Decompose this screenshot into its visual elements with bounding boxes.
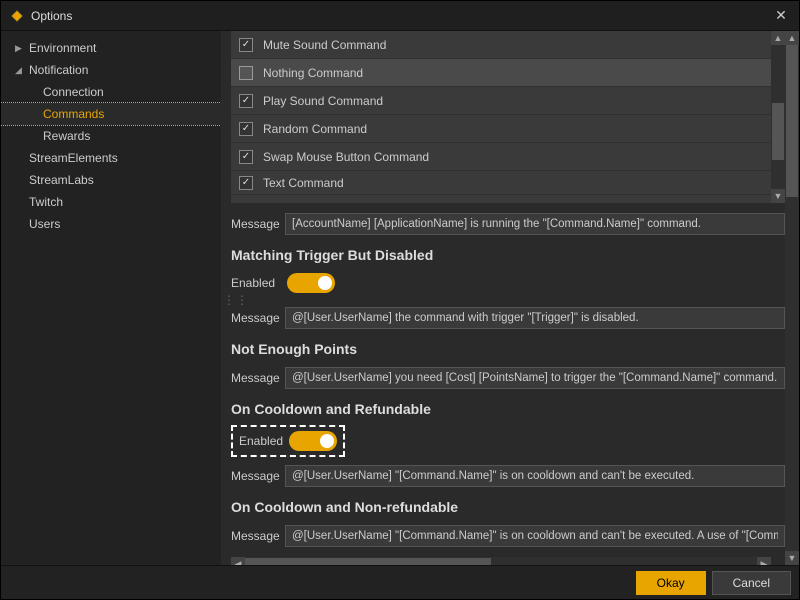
command-row[interactable]: ✓Text Command [231,171,771,195]
chevron-right-icon: ▶ [15,39,25,57]
footer: Okay Cancel [1,565,799,599]
message-row: Message [221,461,785,491]
command-row[interactable]: ✓Swap Mouse Button Command [231,143,771,171]
scroll-down-icon[interactable]: ▼ [785,551,799,565]
scroll-up-icon[interactable]: ▲ [771,31,785,45]
close-icon[interactable]: ✕ [771,7,791,24]
sidebar-item-rewards[interactable]: Rewards [1,125,221,147]
titlebar: Options ✕ [1,1,799,31]
message-label: Message [231,529,285,543]
horizontal-scrollbar[interactable]: ◀ ▶ [231,557,771,565]
checkbox-icon[interactable]: ✓ [239,38,253,52]
message-label: Message [231,217,285,231]
enabled-toggle[interactable] [287,273,335,293]
enabled-row: Enabled [221,269,785,297]
checkbox-icon[interactable]: ✓ [239,94,253,108]
message-row: Message [221,209,785,239]
section-heading-matching: Matching Trigger But Disabled [221,239,785,269]
highlight-box: Enabled [231,425,345,457]
checkbox-icon[interactable]: ✓ [239,176,253,190]
enabled-label: Enabled [231,276,285,290]
section-heading-points: Not Enough Points [221,333,785,363]
message-label: Message [231,469,285,483]
message-row: Message [221,521,785,551]
command-list: ✓Mute Sound Command Nothing Command ✓Pla… [231,31,785,203]
command-list-scrollbar[interactable]: ▲ ▼ [771,31,785,203]
chevron-down-icon: ◢ [15,61,25,79]
cancel-button[interactable]: Cancel [712,571,791,595]
message-label: Message [231,371,285,385]
enabled-label: Enabled [239,434,287,448]
main-panel: ✓Mute Sound Command Nothing Command ✓Pla… [221,31,799,565]
command-row[interactable]: ✓Play Sound Command [231,87,771,115]
sidebar-item-environment[interactable]: ▶Environment [1,37,221,59]
scroll-left-icon[interactable]: ◀ [231,557,245,565]
command-row[interactable]: ✓Random Command [231,115,771,143]
section-heading-cooldown-ref: On Cooldown and Refundable [221,393,785,423]
sidebar: ▶Environment ◢Notification Connection Co… [1,31,221,565]
sidebar-item-notification[interactable]: ◢Notification [1,59,221,81]
enabled-toggle[interactable] [289,431,337,451]
message-input[interactable] [285,307,785,329]
sidebar-item-connection[interactable]: Connection [1,81,221,103]
checkbox-icon[interactable]: ✓ [239,122,253,136]
command-row[interactable]: ✓Mute Sound Command [231,31,771,59]
sidebar-item-streamelements[interactable]: StreamElements [1,147,221,169]
main-scrollbar[interactable]: ▲ ▼ [785,31,799,565]
window-title: Options [31,9,771,23]
section-heading-cooldown-nonref: On Cooldown and Non-refundable [221,491,785,521]
sidebar-item-twitch[interactable]: Twitch [1,191,221,213]
checkbox-icon[interactable] [239,66,253,80]
sidebar-item-users[interactable]: Users [1,213,221,235]
message-input[interactable] [285,213,785,235]
message-row: Message [221,363,785,393]
message-row: Message [221,303,785,333]
message-input[interactable] [285,465,785,487]
okay-button[interactable]: Okay [636,571,706,595]
checkbox-icon[interactable]: ✓ [239,150,253,164]
scroll-down-icon[interactable]: ▼ [771,189,785,203]
message-input[interactable] [285,525,785,547]
scroll-up-icon[interactable]: ▲ [785,31,799,45]
message-input[interactable] [285,367,785,389]
sidebar-item-streamlabs[interactable]: StreamLabs [1,169,221,191]
scroll-right-icon[interactable]: ▶ [757,557,771,565]
message-label: Message [231,311,285,325]
app-icon [9,8,25,24]
command-row[interactable]: Nothing Command [231,59,771,87]
sidebar-item-commands[interactable]: Commands [1,103,221,125]
